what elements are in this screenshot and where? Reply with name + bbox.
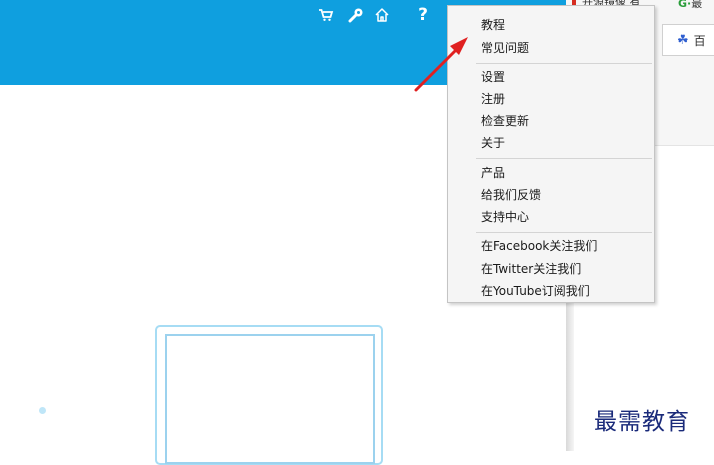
menu-item-twitter[interactable]: 在Twitter关注我们 xyxy=(481,261,581,277)
browser-tab[interactable]: ☘ 百 xyxy=(662,24,714,56)
menu-gutter xyxy=(448,6,475,302)
menu-separator xyxy=(476,63,652,64)
menu-item-facebook[interactable]: 在Facebook关注我们 xyxy=(481,238,597,254)
help-icon[interactable]: ? xyxy=(413,5,433,25)
menu-item-support[interactable]: 支持中心 xyxy=(481,209,529,225)
watermark: 最需教育 xyxy=(594,409,690,435)
menu-item-faq[interactable]: 常见问题 xyxy=(481,40,529,56)
tab-label: 百 xyxy=(693,33,706,48)
content-inner-frame xyxy=(165,334,375,464)
bookmark-g-label: 最 xyxy=(691,0,703,10)
help-label: ? xyxy=(418,5,428,25)
status-dot xyxy=(39,407,46,414)
menu-separator xyxy=(476,158,652,159)
menu-item-register[interactable]: 注册 xyxy=(481,91,505,107)
menu-separator xyxy=(476,232,652,233)
menu-item-about[interactable]: 关于 xyxy=(481,135,505,151)
menu-item-feedback[interactable]: 给我们反馈 xyxy=(481,187,541,203)
menu-item-tutorial[interactable]: 教程 xyxy=(481,17,505,33)
menu-item-products[interactable]: 产品 xyxy=(481,165,505,181)
bookmark-g-item[interactable]: G·最 xyxy=(678,0,702,10)
g-icon: G· xyxy=(678,0,692,10)
menu-item-settings[interactable]: 设置 xyxy=(481,69,505,85)
baidu-paw-icon: ☘ xyxy=(677,32,689,48)
wrench-icon[interactable] xyxy=(346,5,366,25)
menu-item-check-updates[interactable]: 检查更新 xyxy=(481,113,529,129)
home-icon[interactable] xyxy=(372,5,392,25)
cart-icon[interactable] xyxy=(316,5,336,25)
menu-item-youtube[interactable]: 在YouTube订阅我们 xyxy=(481,283,590,299)
help-dropdown-menu: 教程 常见问题 设置 注册 检查更新 关于 产品 给我们反馈 支持中心 在Fac… xyxy=(447,5,655,303)
